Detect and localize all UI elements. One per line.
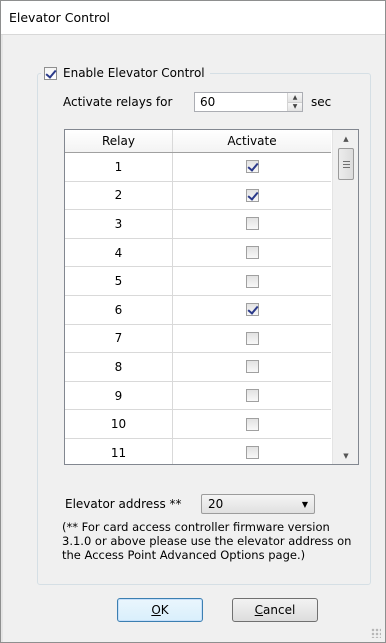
relay-number-cell: 8: [65, 353, 173, 381]
activate-relays-row: Activate relays for 60 ▲ ▼ sec: [63, 92, 331, 112]
activate-checkbox[interactable]: [245, 217, 259, 231]
table-row[interactable]: 3: [65, 210, 331, 239]
spin-up-icon[interactable]: ▲: [288, 93, 302, 102]
activate-cell: [173, 210, 331, 238]
spin-down-icon[interactable]: ▼: [288, 101, 302, 111]
grid-rows: 1 2 3 4 5 6 7 8 9 10 11: [65, 153, 331, 464]
enable-elevator-checkbox[interactable]: [44, 66, 57, 80]
elevator-address-row: Elevator address ** 20 ▼: [65, 494, 315, 514]
table-row[interactable]: 8: [65, 353, 331, 382]
table-row[interactable]: 9: [65, 381, 331, 411]
activate-cell: [173, 182, 331, 210]
table-row[interactable]: 6: [65, 295, 331, 325]
activate-checkbox[interactable]: [245, 360, 259, 374]
table-row[interactable]: 1: [65, 153, 331, 182]
activate-relays-label: Activate relays for: [63, 95, 173, 109]
activate-cell: [173, 296, 331, 324]
relay-number-cell: 4: [65, 238, 173, 267]
activate-cell: [173, 239, 331, 267]
activate-cell: [173, 382, 331, 410]
scroll-up-arrow-icon[interactable]: ▲: [333, 130, 358, 147]
relay-duration-stepper[interactable]: 60 ▲ ▼: [194, 92, 303, 112]
resize-grip-icon[interactable]: [371, 628, 381, 638]
relay-number-cell: 6: [65, 295, 173, 324]
firmware-note: (** For card access controller firmware …: [62, 520, 352, 562]
relay-number-cell: 7: [65, 324, 173, 353]
relay-number-cell: 11: [65, 438, 173, 464]
enable-elevator-label: Enable Elevator Control: [63, 66, 205, 80]
elevator-address-select[interactable]: 20 ▼: [201, 494, 315, 514]
relay-duration-input[interactable]: 60: [195, 93, 287, 111]
ok-button-label: OK: [151, 603, 169, 617]
chevron-down-icon: ▼: [301, 499, 308, 509]
relay-number-cell: 5: [65, 267, 173, 295]
relay-number-cell: 3: [65, 210, 173, 238]
activate-cell: [173, 325, 331, 353]
activate-cell: [173, 153, 331, 181]
column-header-activate[interactable]: Activate: [173, 130, 331, 152]
elevator-control-dialog: Elevator Control Enable Elevator Control…: [0, 0, 386, 643]
title-bar: Elevator Control: [1, 1, 385, 34]
scroll-down-arrow-icon[interactable]: ▼: [333, 447, 358, 464]
ok-button[interactable]: OK: [117, 598, 203, 622]
activate-checkbox[interactable]: [245, 246, 259, 260]
activate-cell: [173, 353, 331, 381]
activate-cell: [173, 439, 331, 464]
table-row[interactable]: 7: [65, 324, 331, 354]
window-title: Elevator Control: [9, 10, 110, 25]
relay-number-cell: 10: [65, 410, 173, 438]
activate-checkbox[interactable]: [245, 446, 259, 460]
activate-checkbox[interactable]: [245, 417, 259, 431]
elevator-address-label: Elevator address **: [65, 497, 182, 511]
stepper-buttons: ▲ ▼: [287, 93, 302, 111]
activate-checkbox[interactable]: [245, 389, 259, 403]
title-separator: [1, 34, 385, 35]
enable-elevator-checkbox-row[interactable]: Enable Elevator Control: [41, 64, 210, 82]
scroll-thumb[interactable]: [338, 148, 354, 180]
grid-scrollbar[interactable]: ▲ ▼: [332, 130, 358, 464]
elevator-address-value: 20: [208, 497, 224, 511]
duration-unit: sec: [311, 95, 332, 109]
activate-checkbox[interactable]: [245, 188, 259, 202]
activate-cell: [173, 410, 331, 438]
table-row[interactable]: 2: [65, 181, 331, 211]
relay-number-cell: 9: [65, 381, 173, 410]
activate-checkbox[interactable]: [245, 331, 259, 345]
cancel-button-label: Cancel: [254, 603, 296, 617]
relay-number-cell: 2: [65, 181, 173, 210]
table-row[interactable]: 5: [65, 267, 331, 296]
cancel-button[interactable]: Cancel: [232, 598, 318, 622]
table-row[interactable]: 4: [65, 238, 331, 268]
table-row[interactable]: 10: [65, 410, 331, 439]
column-header-relay[interactable]: Relay: [65, 130, 173, 152]
grid-header: Relay Activate: [65, 130, 331, 153]
relay-number-cell: 1: [65, 153, 173, 181]
frame-edge: [1, 35, 3, 642]
activate-checkbox[interactable]: [245, 303, 259, 317]
table-row[interactable]: 11: [65, 438, 331, 464]
activate-cell: [173, 267, 331, 295]
activate-checkbox[interactable]: [245, 160, 259, 174]
activate-checkbox[interactable]: [245, 274, 259, 288]
relay-grid: Relay Activate 1 2 3 4 5 6 7 8 9 10 11 ▲ ▼: [64, 129, 359, 465]
